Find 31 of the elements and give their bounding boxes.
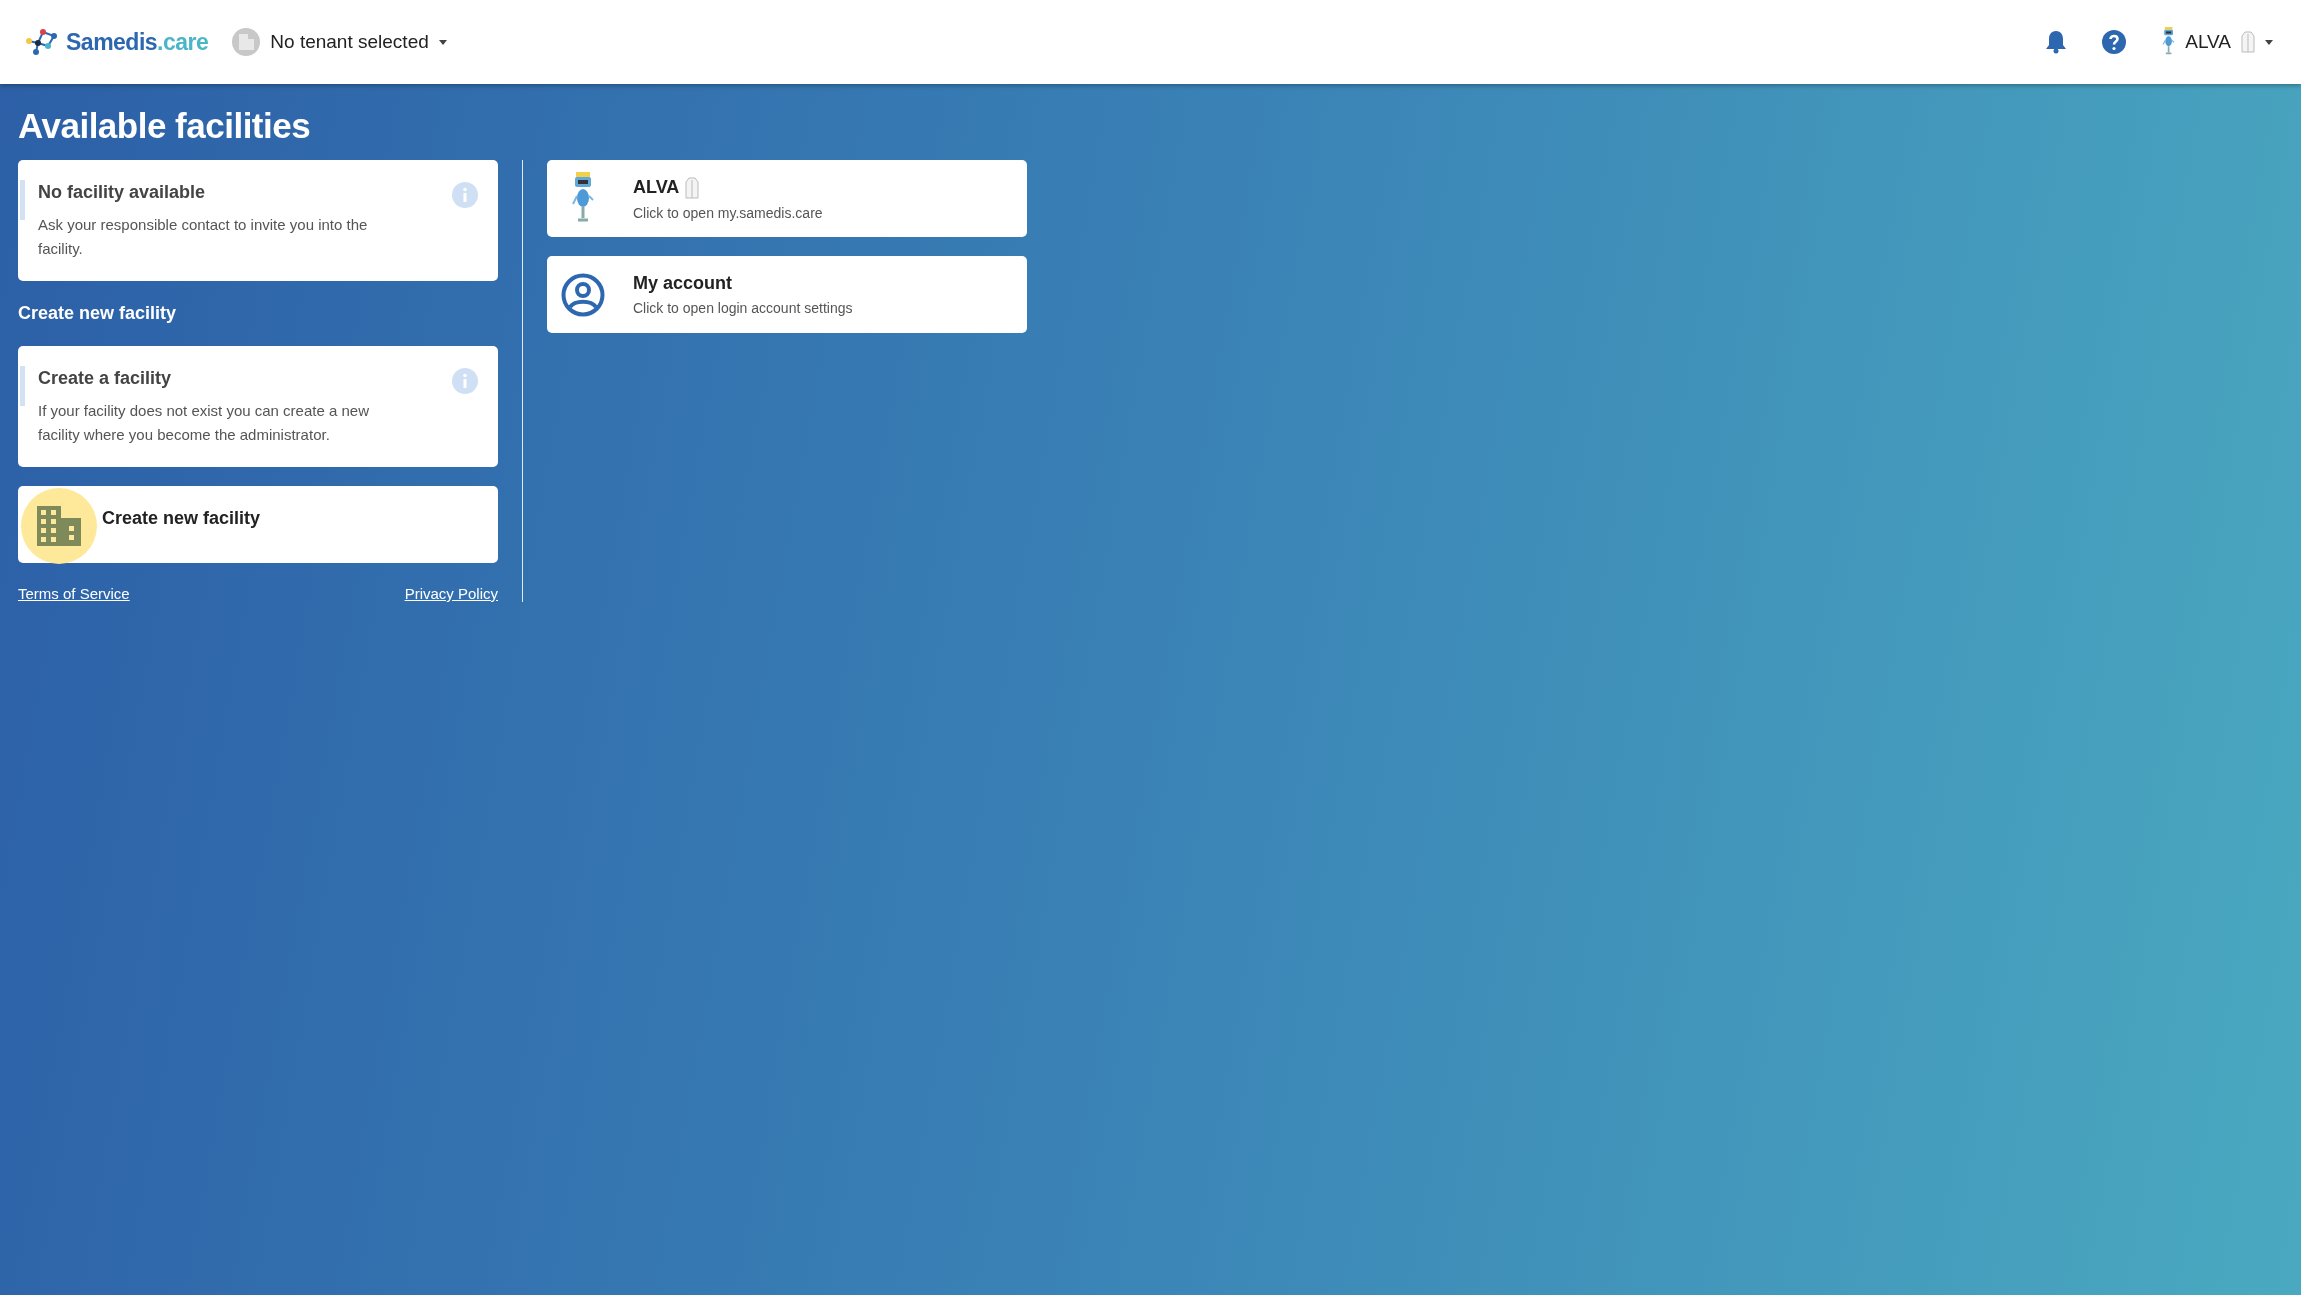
tenant-dropdown[interactable]: No tenant selected [228,24,451,60]
shortcut-card[interactable]: ALVA Click to open my.samedis.care [547,160,1027,237]
network-logo-icon [26,28,60,56]
building-icon [232,28,261,56]
section-heading: Create new facility [18,303,178,324]
bell-icon [2046,30,2067,54]
shortcut-subtitle: Click to open my.samedis.care [633,204,823,221]
caret-icon [2265,39,2273,45]
page-title: Available facilities [18,106,312,146]
shortcut-title: ALVA [633,177,680,198]
building-icon[interactable] [37,506,81,546]
notice-text: Ask your responsible contact to invite you into the facility. [38,215,369,259]
shortcut-card[interactable]: My account Click to open login account settings [547,256,1027,333]
shortcut-title: My account [633,273,733,294]
brand-logo-text: Samedis.care [66,28,209,56]
coat-icon [685,176,700,199]
notice-title: No facility available [38,182,207,203]
caret-icon [438,39,447,45]
footer-link[interactable]: Terms of Service [18,585,130,602]
footer-link[interactable]: Privacy Policy [404,585,498,602]
account-icon [561,272,605,317]
help-icon [2102,30,2127,54]
notice-title: Create a facility [38,368,173,389]
shortcut-subtitle: Click to open login account settings [633,300,853,316]
create-facility-button[interactable]: Create new facility [18,486,498,563]
user-menu[interactable]: ALVA [2162,27,2273,57]
coat-icon [2241,31,2255,53]
help-button[interactable] [2102,30,2127,54]
robot-icon [2162,27,2176,57]
notice-text: If your facility does not exist you can create a new facility where you become the administrator. [38,401,370,445]
notifications-button[interactable] [2046,30,2067,54]
